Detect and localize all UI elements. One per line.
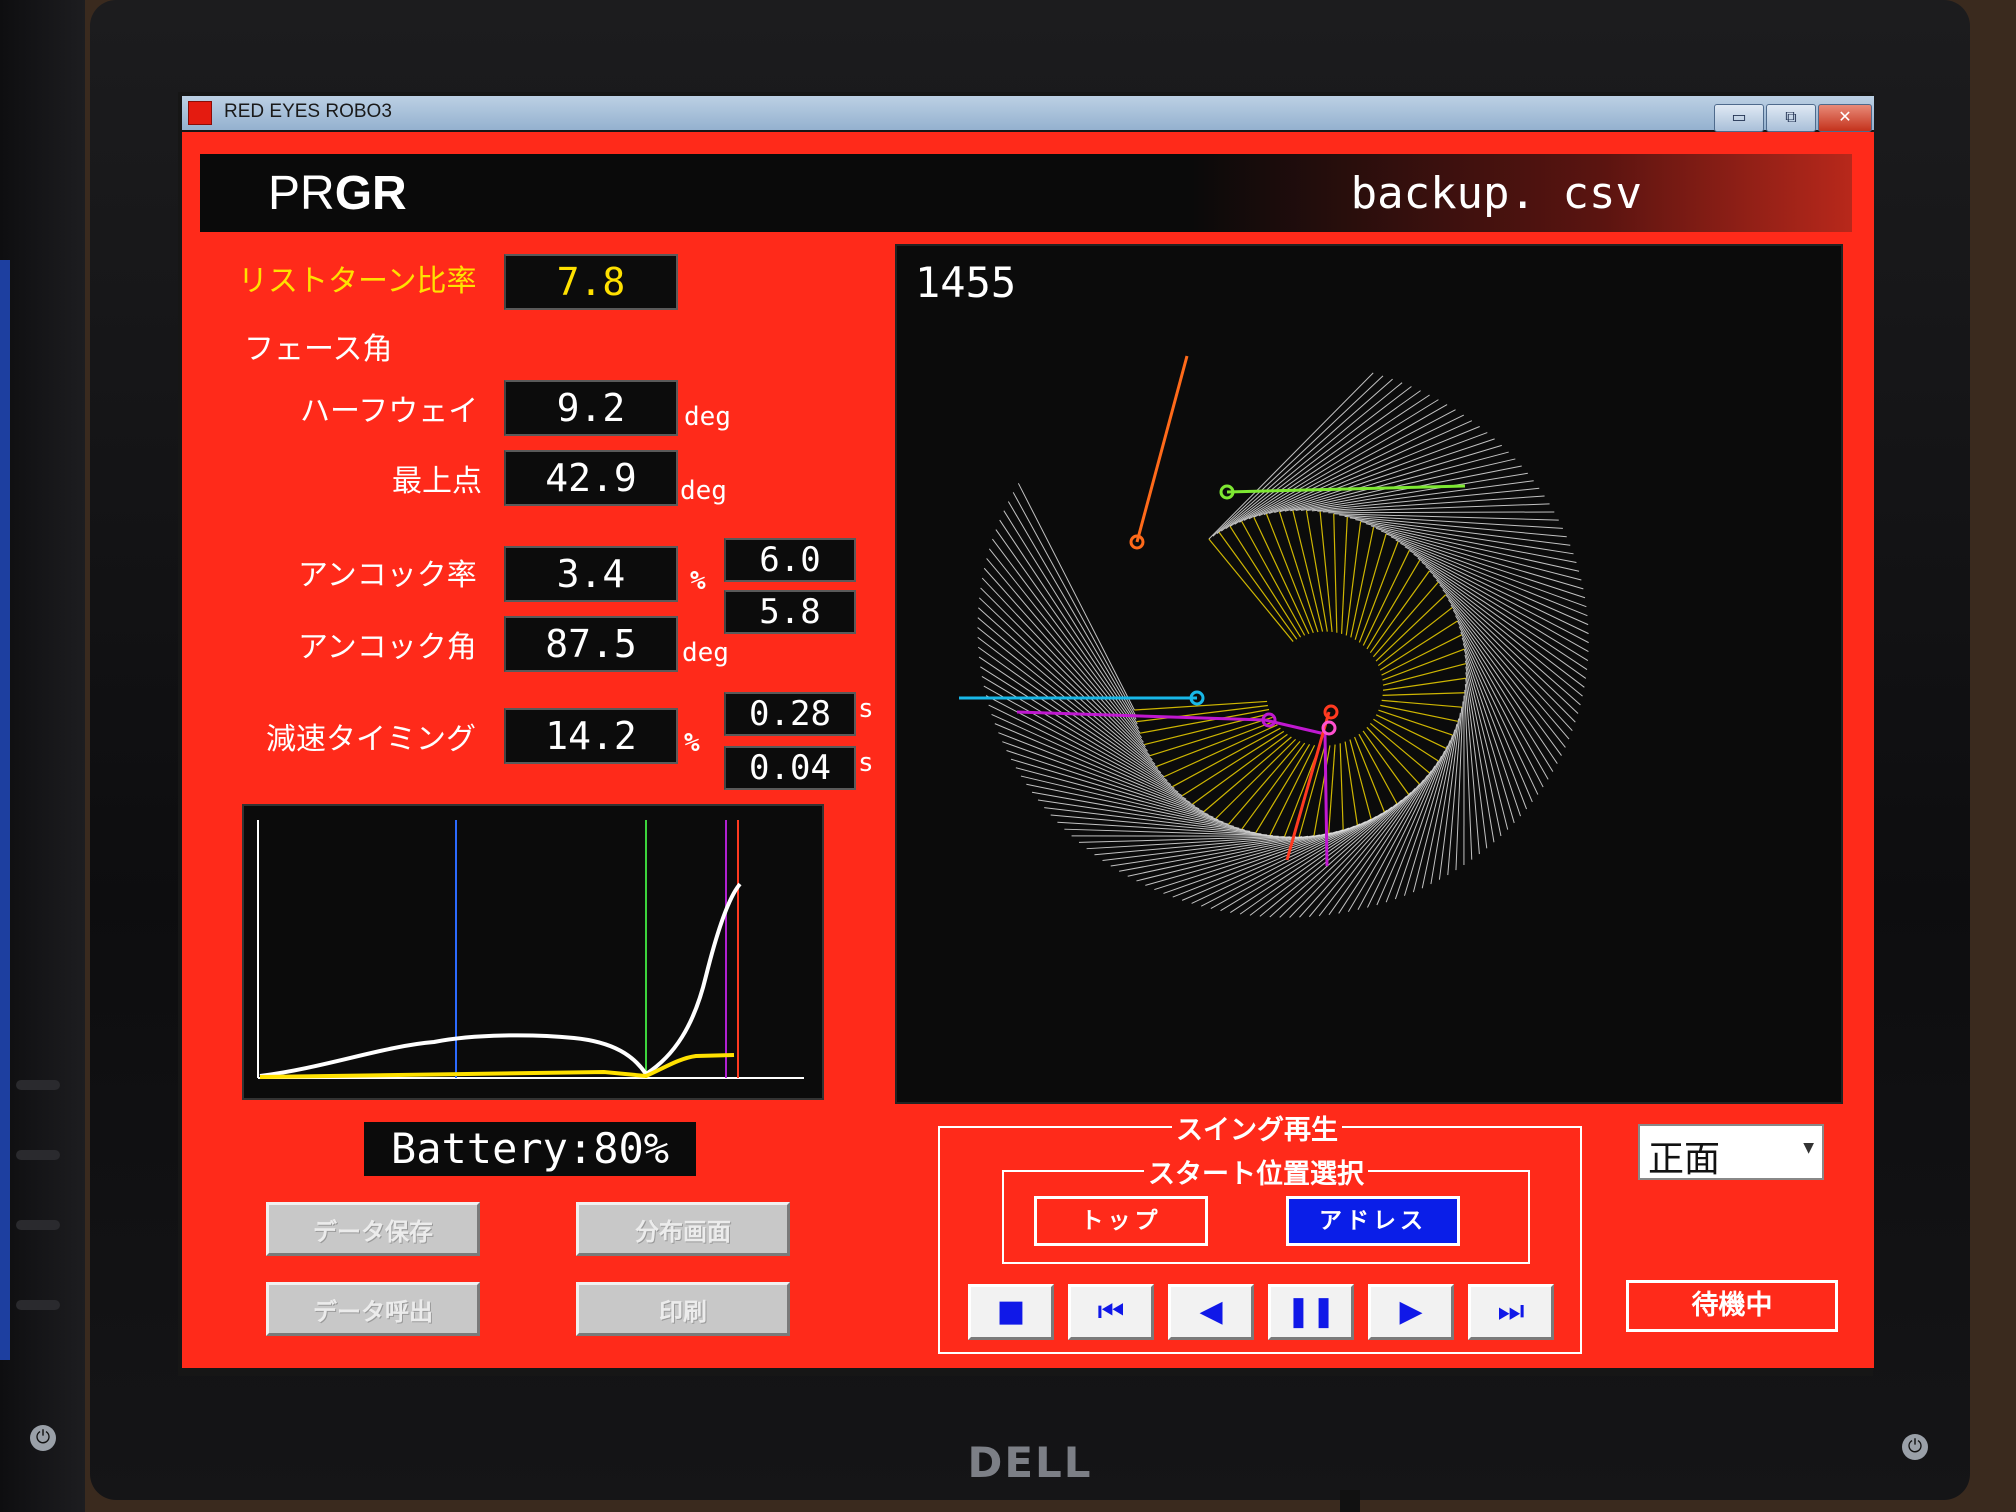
first-frame-button[interactable]: ⏮ [1068, 1284, 1154, 1340]
top-position-button[interactable]: トップ [1034, 1196, 1208, 1246]
decel-timing-unit: % [684, 728, 700, 758]
time-unit-b: s [858, 748, 874, 778]
swing-trajectory-plot [959, 355, 1589, 918]
pause-button[interactable]: ❚❚ [1268, 1284, 1354, 1340]
uncock-rate-unit: % [690, 566, 706, 596]
face-angle-label: フェース角 [244, 332, 393, 367]
top-unit: deg [680, 476, 727, 506]
app-panel: PRGR backup. csv リストターン比率 7.8 フェース角 ハーフウ… [182, 132, 1874, 1368]
side-value-b: 5.8 [724, 590, 856, 634]
print-button[interactable]: 印刷 [576, 1282, 790, 1336]
last-frame-button[interactable]: ⏭ [1468, 1284, 1554, 1340]
monitor-side-button [16, 1300, 60, 1310]
start-position-title: スタート位置選択 [1144, 1152, 1368, 1191]
window-titlebar: RED EYES ROBO3 ▭ ⧉ ✕ [182, 96, 1874, 132]
close-button[interactable]: ✕ [1818, 104, 1872, 132]
graph-speed-curve [259, 882, 742, 1078]
file-name: backup. csv [1350, 168, 1642, 219]
view-select[interactable]: 正面 ▼ [1638, 1124, 1824, 1180]
skip-to-start-icon: ⏮ [1097, 1294, 1125, 1329]
frame-number: 1455 [915, 258, 1017, 307]
distribution-screen-button[interactable]: 分布画面 [576, 1202, 790, 1256]
wrist-turn-value: 7.8 [504, 254, 678, 310]
orange-position-line [1135, 355, 1189, 543]
pause-icon: ❚❚ [1285, 1294, 1337, 1329]
uncock-angle-value: 87.5 [504, 616, 678, 672]
step-back-button[interactable]: ◀ [1168, 1284, 1254, 1340]
step-forward-icon: ▶ [1399, 1294, 1423, 1329]
app-icon [188, 101, 212, 125]
top-value: 42.9 [504, 450, 678, 506]
side-value-a: 6.0 [724, 538, 856, 582]
uncock-angle-unit: deg [682, 638, 729, 668]
window-title: RED EYES ROBO3 [224, 101, 392, 122]
speed-graph [242, 804, 824, 1100]
club-shaft-lines [977, 372, 1589, 918]
monitor-stand [1340, 1490, 1360, 1512]
dell-logo: DELL [967, 1438, 1093, 1487]
header-bar: PRGR backup. csv [200, 154, 1852, 232]
halfway-value: 9.2 [504, 380, 678, 436]
decel-timing-value: 14.2 [504, 708, 678, 764]
step-forward-button[interactable]: ▶ [1368, 1284, 1454, 1340]
chevron-down-icon: ▼ [1803, 1140, 1814, 1156]
save-data-button[interactable]: データ保存 [266, 1202, 480, 1256]
halfway-label: ハーフウェイ [300, 394, 479, 429]
adjacent-monitor-bezel [0, 0, 85, 1512]
restore-button[interactable]: ⧉ [1766, 104, 1816, 132]
minimize-button[interactable]: ▭ [1714, 104, 1764, 132]
battery-indicator: Battery:80% [364, 1122, 696, 1176]
uncock-angle-label: アンコック角 [298, 630, 477, 665]
halfway-unit: deg [684, 402, 731, 432]
brand-light: PR [268, 167, 335, 220]
step-back-icon: ◀ [1199, 1294, 1223, 1329]
view-select-value: 正面 [1648, 1139, 1721, 1180]
time-unit-a: s [858, 694, 874, 724]
stop-icon: ■ [996, 1294, 1026, 1329]
address-position-button[interactable]: アドレス [1286, 1196, 1460, 1246]
power-icon: ⏻ [1902, 1434, 1928, 1460]
time-value-b: 0.04 [724, 746, 856, 790]
swing-playback-title: スイング再生 [1172, 1108, 1342, 1147]
skip-to-end-icon: ⏭ [1497, 1294, 1525, 1329]
monitor-side-button [16, 1150, 60, 1160]
brand-bold: GR [334, 167, 407, 220]
load-data-button[interactable]: データ呼出 [266, 1282, 480, 1336]
wrist-turn-label: リストターン比率 [238, 264, 477, 299]
status-indicator: 待機中 [1626, 1280, 1838, 1332]
position-marker [1323, 704, 1339, 720]
uncock-rate-label: アンコック率 [298, 558, 477, 593]
swing-trajectory-view: 1455 [895, 244, 1843, 1104]
uncock-rate-value: 3.4 [504, 546, 678, 602]
adjacent-monitor-screen [0, 260, 10, 1360]
top-label: 最上点 [392, 464, 482, 499]
power-icon: ⏻ [30, 1425, 56, 1451]
stop-button[interactable]: ■ [968, 1284, 1054, 1340]
monitor-side-button [16, 1220, 60, 1230]
decel-timing-label: 減速タイミング [266, 722, 476, 757]
speed-graph-plot [257, 820, 804, 1079]
monitor-side-button [16, 1080, 60, 1090]
time-value-a: 0.28 [724, 692, 856, 736]
brand-logo: PRGR [268, 166, 407, 221]
